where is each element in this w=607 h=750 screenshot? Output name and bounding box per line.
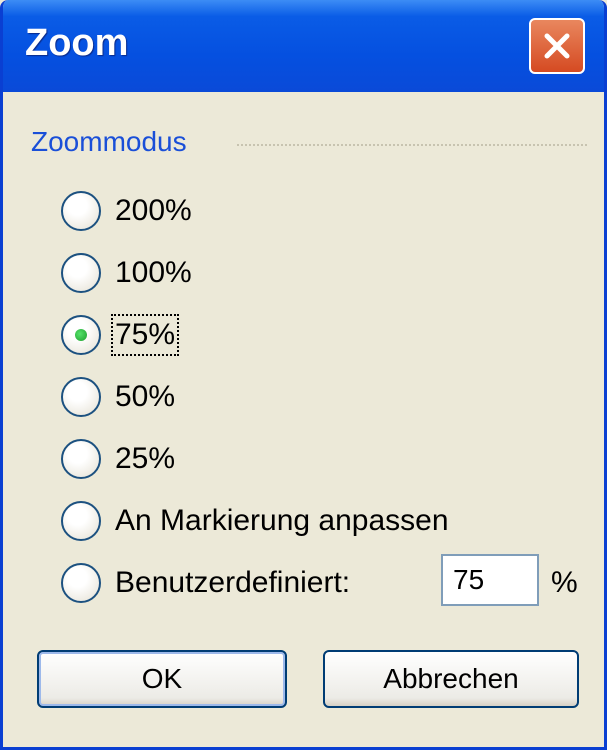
window-title: Zoom bbox=[25, 22, 129, 64]
radio-option-200[interactable]: 200% bbox=[61, 190, 192, 232]
radio-option-fit-selection[interactable]: An Markierung anpassen bbox=[61, 500, 449, 542]
custom-zoom-input[interactable] bbox=[441, 554, 539, 606]
radio-label: An Markierung anpassen bbox=[115, 504, 449, 537]
radio-option-50[interactable]: 50% bbox=[61, 376, 175, 418]
radio-selected-dot bbox=[75, 329, 87, 341]
radio-label: 100% bbox=[115, 256, 192, 289]
radio-label: 50% bbox=[115, 380, 176, 413]
zoom-dialog: Zoom Zoommodus 200% 100% 75% 50% 25% An … bbox=[0, 0, 607, 750]
close-button[interactable] bbox=[529, 18, 585, 74]
dialog-body: Zoommodus 200% 100% 75% 50% 25% An Marki bbox=[3, 92, 604, 747]
percent-unit-label: % bbox=[551, 566, 578, 599]
cancel-button[interactable]: Abbrechen bbox=[323, 650, 579, 708]
radio-label: 75% bbox=[110, 314, 180, 356]
group-divider bbox=[237, 144, 587, 146]
close-icon bbox=[544, 33, 570, 59]
radio-button[interactable] bbox=[61, 191, 101, 231]
radio-label: 25% bbox=[115, 442, 176, 475]
radio-button-selected[interactable] bbox=[61, 315, 101, 355]
radio-option-75[interactable]: 75% bbox=[61, 314, 180, 356]
radio-option-25[interactable]: 25% bbox=[61, 438, 175, 480]
radio-label: Benutzerdefiniert: bbox=[115, 566, 351, 599]
radio-button[interactable] bbox=[61, 501, 101, 541]
radio-option-100[interactable]: 100% bbox=[61, 252, 192, 294]
radio-button[interactable] bbox=[61, 253, 101, 293]
radio-option-custom[interactable]: Benutzerdefiniert: bbox=[61, 562, 350, 604]
ok-button[interactable]: OK bbox=[37, 650, 287, 708]
radio-button[interactable] bbox=[61, 563, 101, 603]
radio-button[interactable] bbox=[61, 377, 101, 417]
radio-label: 200% bbox=[115, 194, 192, 227]
group-label-zoommodus: Zoommodus bbox=[31, 126, 187, 157]
radio-button[interactable] bbox=[61, 439, 101, 479]
title-bar[interactable]: Zoom bbox=[3, 0, 604, 92]
